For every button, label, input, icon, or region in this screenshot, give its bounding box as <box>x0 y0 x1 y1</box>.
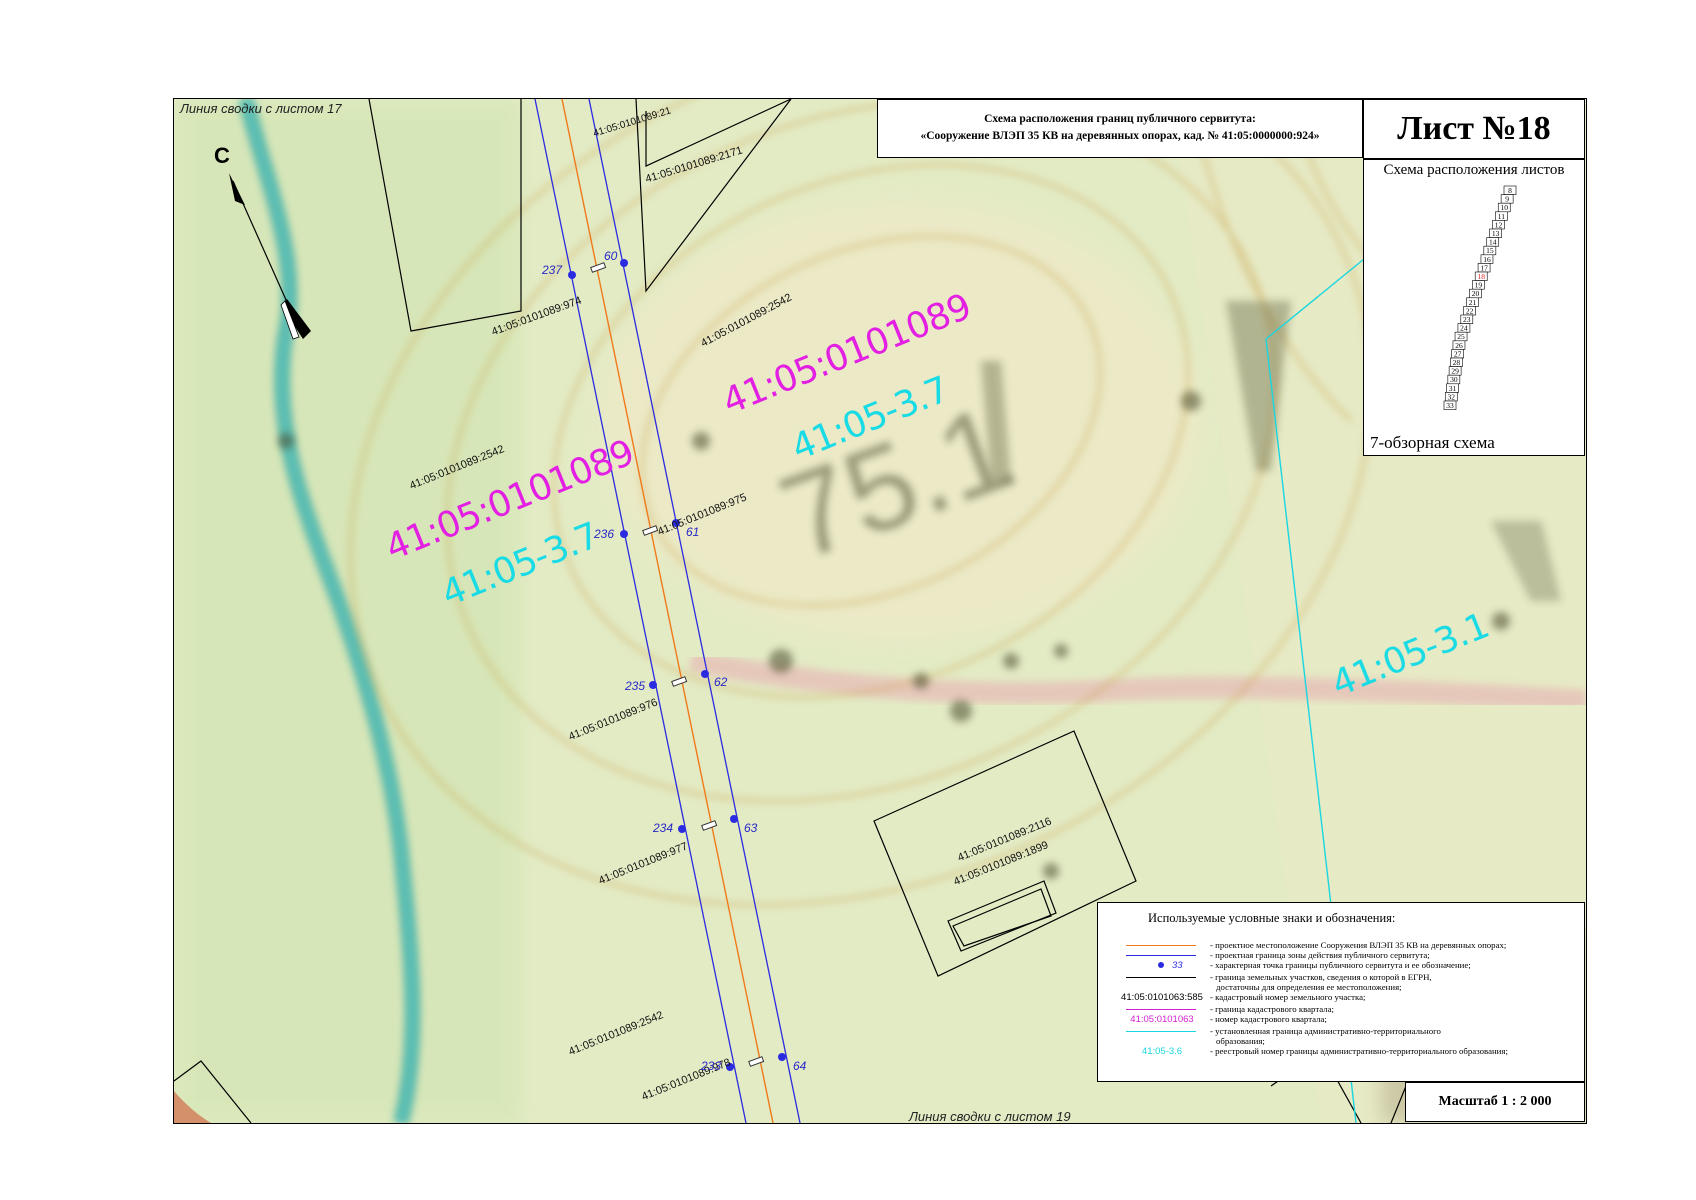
point-label-63: 63 <box>744 821 758 835</box>
legend-line-symbol <box>1126 955 1196 956</box>
legend-line-symbol <box>1126 977 1196 978</box>
legend-item-text: - кадастровый номер земельного участка; <box>1210 992 1366 1002</box>
legend-item-text: - установленная граница административно-… <box>1210 1026 1441 1036</box>
summary-line-bottom: Линия сводки с листом 19 <box>909 1109 1071 1124</box>
scale-label: Масштаб 1 : 2 000 <box>1405 1082 1585 1122</box>
point-label-62: 62 <box>714 675 728 689</box>
point-label-237: 237 <box>542 263 563 277</box>
sheet-index-cell: 33 <box>1443 400 1457 410</box>
summary-line-top: Линия сводки с листом 17 <box>180 101 342 116</box>
sheet-index-diagram: 8910111213141516171819202122232425262728… <box>1443 185 1517 410</box>
title-block: Схема расположения границ публичного сер… <box>877 99 1363 158</box>
title-line-2: «Сооружение ВЛЭП 35 КВ на деревянных опо… <box>920 130 1320 142</box>
sheet-index-footer: 7-обзорная схема <box>1370 433 1495 452</box>
sheet-index: Схема расположения листов 8 9 10 11 12 13 14 15… <box>1363 159 1585 456</box>
point-label-234: 234 <box>653 821 674 835</box>
legend-item-text: - номер кадастрового квартала; <box>1210 1014 1327 1024</box>
legend-item-text-continued: образования; <box>1216 1036 1265 1046</box>
legend-item-text: - проектная граница зоны действия публич… <box>1210 950 1430 960</box>
legend-title: Используемые условные знаки и обозначени… <box>1148 911 1396 925</box>
legend: Используемые условные знаки и обозначени… <box>1097 902 1585 1082</box>
sheet-index-title: Схема расположения листов <box>1383 162 1565 178</box>
legend-item-text-continued: достаточны для определения ее местополож… <box>1216 982 1402 992</box>
legend-item-text: - реестровый номер границы административ… <box>1210 1046 1508 1056</box>
point-235 <box>649 681 657 689</box>
point-62 <box>701 670 709 678</box>
legend-text-symbol: 41:05:0101063:585 <box>1121 992 1203 1003</box>
sheet-number: Лист №18 <box>1363 99 1585 159</box>
legend-text-symbol: 41:05-3.6 <box>1141 1046 1183 1057</box>
legend-item-text: - проектное местоположение Сооружения ВЛ… <box>1210 940 1507 950</box>
point-label-235: 235 <box>625 679 646 693</box>
point-63 <box>730 815 738 823</box>
legend-text-symbol: 41:05:0101063 <box>1130 1014 1194 1025</box>
legend-line-symbol <box>1126 945 1196 946</box>
point-236 <box>620 530 628 538</box>
point-234 <box>678 825 686 833</box>
title-line-1: Схема расположения границ публичного сер… <box>984 113 1256 125</box>
map-sheet: 75.1 Линия сводки с листом 17 Линия свод… <box>0 0 1696 1200</box>
point-label-61: 61 <box>686 525 700 539</box>
legend-point-symbol: 33 <box>1158 960 1183 971</box>
legend-item-text: - граница кадастрового квартала; <box>1210 1004 1334 1014</box>
point-label-233: 233 <box>701 1059 722 1073</box>
legend-item-text: - характерная точка границы публичного с… <box>1210 960 1471 970</box>
point-label-236: 236 <box>594 527 615 541</box>
point-64 <box>778 1053 786 1061</box>
legend-line-symbol <box>1126 1031 1196 1032</box>
point-label-60: 60 <box>604 249 618 263</box>
legend-line-symbol <box>1126 1009 1196 1010</box>
point-60 <box>620 259 628 267</box>
point-label-64: 64 <box>793 1059 807 1073</box>
legend-item-text: - граница земельных участков, сведения о… <box>1210 972 1432 982</box>
point-237 <box>568 271 576 279</box>
svg-text:33: 33 <box>1446 401 1454 410</box>
north-label: С <box>214 143 230 168</box>
